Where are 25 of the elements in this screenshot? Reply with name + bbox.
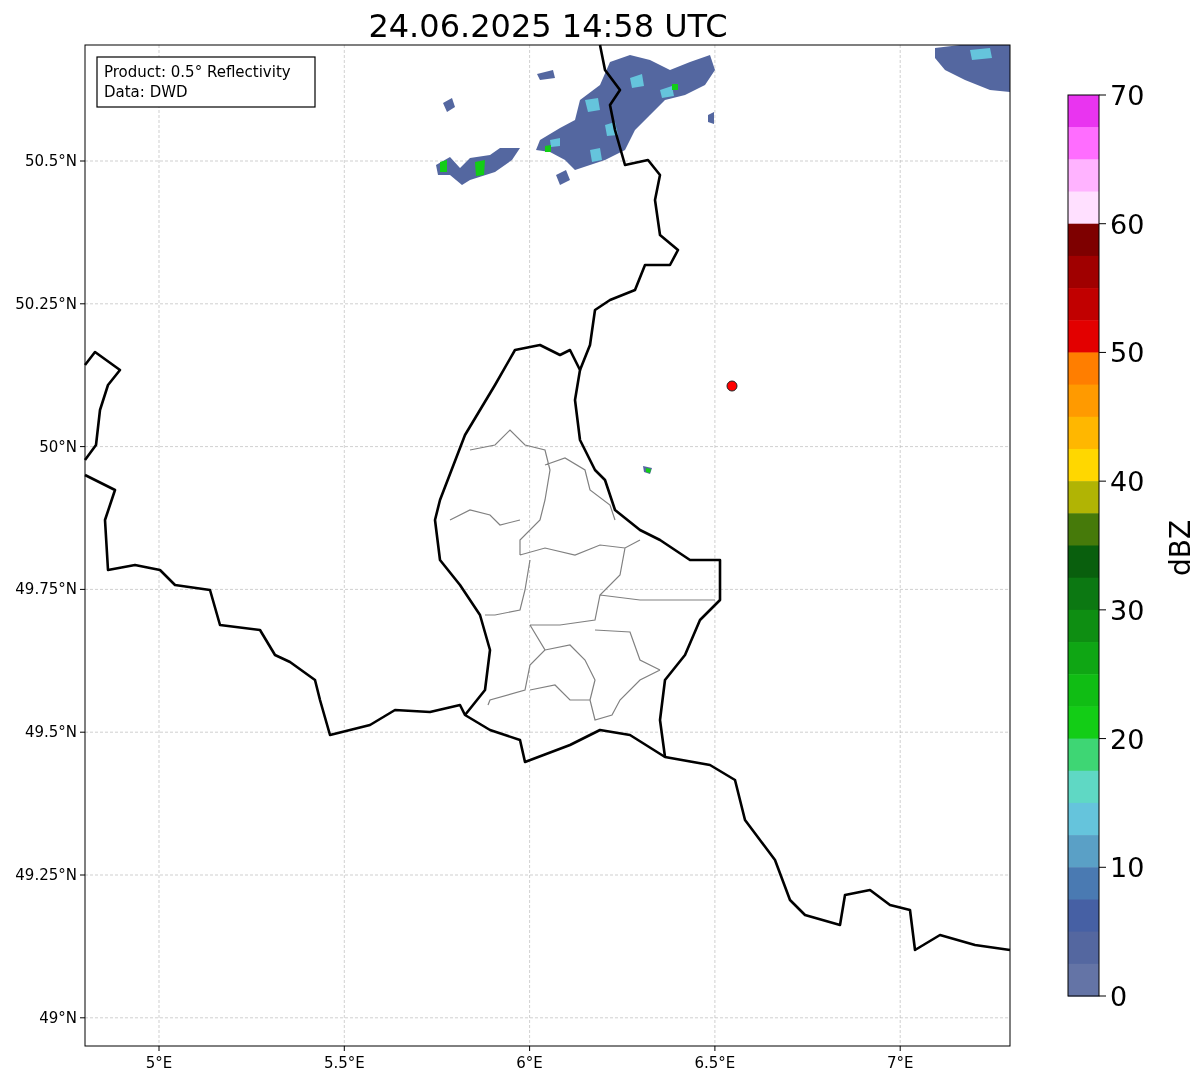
- chart-title: 24.06.2025 14:58 UTC: [368, 7, 728, 45]
- latitude-tick-label: 50.25°N: [15, 294, 77, 313]
- latitude-tick-label: 49.25°N: [15, 866, 77, 884]
- colorbar-tick-label: 50: [1110, 337, 1145, 369]
- longitude-tick-label: 5°E: [145, 1054, 173, 1072]
- colorbar-tick-label: 60: [1110, 208, 1145, 240]
- longitude-tick-label: 6.5°E: [694, 1054, 736, 1072]
- latitude-tick-label: 49.5°N: [24, 723, 77, 742]
- colorbar-tick-label: 70: [1110, 80, 1145, 111]
- colorbar-label: dBZ: [1164, 519, 1197, 577]
- legend-text: Product: 0.5° Reflectivity: [104, 63, 291, 81]
- legend-text: Data: DWD: [104, 83, 188, 101]
- latitude-tick-label: 49.75°N: [15, 580, 77, 599]
- longitude-tick-label: 6°E: [516, 1054, 543, 1072]
- colorbar-tick-label: 30: [1110, 594, 1145, 626]
- colorbar-tick-label: 20: [1110, 723, 1145, 755]
- colorbar-tick-label: 0: [1110, 981, 1128, 1012]
- latitude-tick-label: 50°N: [39, 437, 77, 456]
- longitude-tick-label: 5.5°E: [323, 1054, 365, 1072]
- colorbar-tick-label: 40: [1110, 466, 1145, 498]
- colorbar-tick-label: 10: [1110, 852, 1145, 884]
- latitude-tick-label: 50.5°N: [24, 152, 77, 170]
- latitude-tick-label: 49°N: [39, 1008, 77, 1027]
- radar-site-marker: [726, 380, 738, 392]
- longitude-tick-label: 7°E: [886, 1054, 914, 1072]
